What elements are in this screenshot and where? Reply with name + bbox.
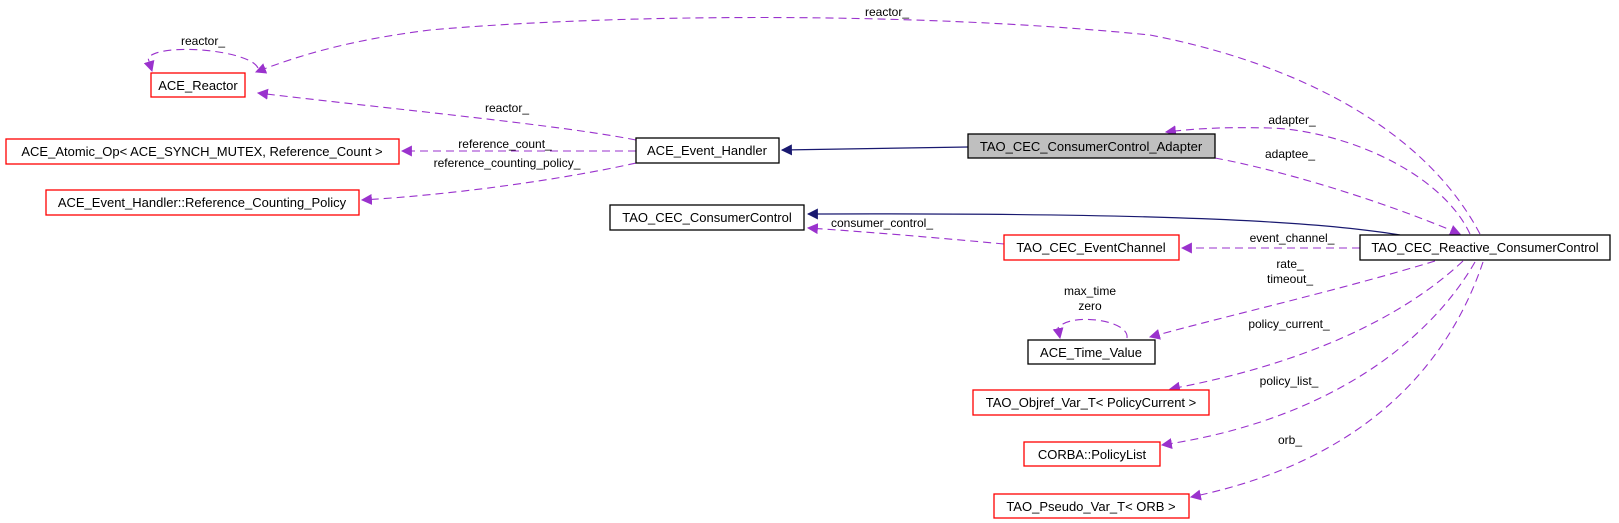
edge-eventhandler-to-reactor [256,88,637,141]
label-adapter: adapter_ [1268,113,1316,127]
node-reference-counting-policy[interactable]: ACE_Event_Handler::Reference_Counting_Po… [45,189,360,216]
label-policy-current: policy_current_ [1248,317,1330,331]
label-reference-count: reference_count_ [458,137,552,151]
node-tao-pseudo-var-t[interactable]: TAO_Pseudo_Var_T< ORB > [993,493,1190,519]
node-tao-objref-var-t[interactable]: TAO_Objref_Var_T< PolicyCurrent > [972,389,1210,416]
node-corba-policylist[interactable]: CORBA::PolicyList [1023,441,1161,467]
label-reactor-top: reactor_ [865,5,909,19]
node-ace-event-handler[interactable]: ACE_Event_Handler [635,137,780,164]
node-label: ACE_Reactor [158,78,238,93]
node-label: TAO_CEC_ConsumerControl [622,210,792,225]
label-reactor-eventhandler: reactor_ [485,101,529,115]
node-ace-reactor[interactable]: ACE_Reactor [150,72,246,98]
node-consumercontrol-adapter[interactable]: TAO_CEC_ConsumerControl_Adapter [967,133,1216,159]
node-ace-atomic-op[interactable]: ACE_Atomic_Op< ACE_SYNCH_MUTEX, Referenc… [5,138,400,165]
node-tao-cec-eventchannel[interactable]: TAO_CEC_EventChannel [1003,234,1180,261]
node-label: TAO_CEC_Reactive_ConsumerControl [1371,240,1598,255]
label-reference-counting-policy: reference_counting_policy_ [434,156,581,170]
edge-reactor-self [143,48,259,73]
node-label: ACE_Event_Handler::Reference_Counting_Po… [58,195,347,210]
label-policy-list: policy_list_ [1260,374,1319,388]
label-consumer-control: consumer_control_ [831,216,933,230]
node-label: TAO_CEC_EventChannel [1016,240,1165,255]
node-label: CORBA::PolicyList [1038,447,1147,462]
node-label: TAO_Pseudo_Var_T< ORB > [1006,499,1175,514]
edge-timevalue-self [1052,318,1128,340]
nodes: ACE_Reactor ACE_Atomic_Op< ACE_SYNCH_MUT… [5,72,1611,519]
label-zero: zero [1078,299,1102,313]
node-ace-time-value[interactable]: ACE_Time_Value [1027,339,1156,365]
label-orb: orb_ [1278,433,1302,447]
label-max-time: max_time [1064,284,1116,298]
label-adaptee: adaptee_ [1265,147,1315,161]
edge-reactive-to-pseudo [1189,261,1484,501]
node-label: ACE_Atomic_Op< ACE_SYNCH_MUTEX, Referenc… [21,144,382,159]
node-reactive-consumercontrol[interactable]: TAO_CEC_Reactive_ConsumerControl [1359,234,1611,261]
label-timeout: timeout_ [1267,272,1313,286]
label-event-channel: event_channel_ [1250,231,1335,245]
node-label: TAO_Objref_Var_T< PolicyCurrent > [986,395,1197,410]
node-tao-cec-consumercontrol[interactable]: TAO_CEC_ConsumerControl [609,204,805,231]
edge-adapter-to-reactive [1214,157,1462,236]
label-rate: rate_ [1276,257,1304,271]
collaboration-diagram: reactor_ reactor_ reactor_ reference_cou… [5,5,1611,519]
label-reactor-self: reactor_ [181,34,225,48]
node-label: TAO_CEC_ConsumerControl_Adapter [980,139,1203,154]
node-label: ACE_Event_Handler [647,143,768,158]
node-label: ACE_Time_Value [1040,345,1142,360]
edge-adapter-inherits-eventhandler [780,144,969,156]
edge-eventchannel-to-consumercontrol [806,223,1005,245]
